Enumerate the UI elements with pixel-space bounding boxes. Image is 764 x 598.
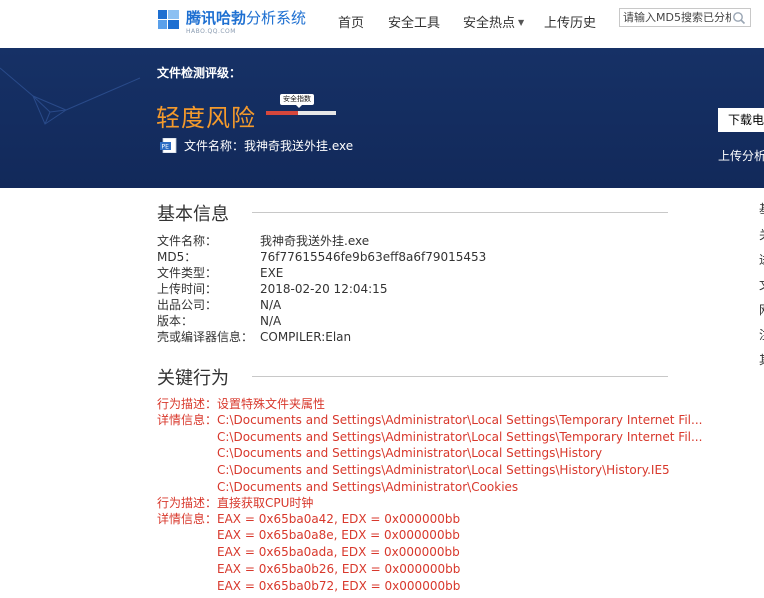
info-value: N/A	[260, 298, 282, 312]
svg-text:PE: PE	[162, 144, 170, 151]
info-value: 2018-02-20 12:04:15	[260, 282, 388, 296]
search-input[interactable]	[623, 10, 731, 25]
download-button[interactable]: 下载电	[718, 108, 764, 132]
risk-level: 轻度风险	[156, 104, 256, 132]
behavior-line: C:\Documents and Settings\Administrator\…	[217, 479, 518, 495]
file-name-value: 我神奇我送外挂.exe	[244, 139, 354, 153]
behavior-line: 详情信息：C:\Documents and Settings\Administr…	[157, 412, 702, 428]
info-value: N/A	[260, 314, 282, 328]
logo-title[interactable]: 腾讯哈勃分析系统	[186, 10, 306, 27]
side-nav-item[interactable]: 基	[759, 200, 764, 217]
file-name-label: 文件名称：	[184, 139, 245, 153]
info-row-md5: MD5： 76f77615546fe9b63eff8a6f79015453	[157, 249, 486, 265]
behavior-text: C:\Documents and Settings\Administrator\…	[217, 413, 703, 427]
nav-home[interactable]: 首页	[338, 12, 364, 31]
behavior-text: EAX = 0x65ba0b72, EDX = 0x000000bb	[217, 579, 461, 593]
side-nav-item[interactable]: 注	[759, 326, 764, 343]
behavior-line: C:\Documents and Settings\Administrator\…	[217, 429, 702, 445]
behavior-label: 行为描述：	[157, 496, 218, 510]
security-index-tag: 安全指数	[280, 94, 314, 108]
info-row-upload-time: 上传时间： 2018-02-20 12:04:15	[157, 281, 387, 297]
side-nav-item[interactable]: 其	[759, 351, 764, 368]
behavior-text: C:\Documents and Settings\Administrator\…	[217, 480, 519, 494]
top-header: 腾讯哈勃分析系统 HABO.QQ.COM 首页 安全工具 安全热点 ▼ 上传历史	[0, 0, 764, 48]
behavior-label: 详情信息：	[157, 413, 218, 427]
behavior-line: EAX = 0x65ba0a8e, EDX = 0x000000bb	[217, 527, 460, 543]
basic-info-divider	[252, 212, 668, 213]
info-key: MD5：	[157, 250, 197, 264]
nav-security-tools[interactable]: 安全工具	[388, 12, 440, 31]
behavior-line: EAX = 0x65ba0b26, EDX = 0x000000bb	[217, 561, 460, 577]
behavior-line: C:\Documents and Settings\Administrator\…	[217, 462, 670, 478]
behavior-line: 行为描述：直接获取CPU时钟	[157, 495, 313, 511]
result-banner: 文件检测评级： 轻度风险 安全指数 PE 文件名称：我神奇我送外挂.exe 下载…	[0, 48, 764, 188]
behavior-text: EAX = 0x65ba0a8e, EDX = 0x000000bb	[217, 528, 460, 542]
info-key: 文件名称：	[157, 234, 218, 248]
info-row-file-type: 文件类型： EXE	[157, 265, 283, 281]
detect-rating-label: 文件检测评级：	[157, 66, 242, 80]
search-box	[619, 8, 751, 27]
behavior-line: EAX = 0x65ba0b72, EDX = 0x000000bb	[217, 578, 460, 594]
info-value: EXE	[260, 266, 284, 280]
info-key: 出品公司：	[157, 298, 218, 312]
info-row-version: 版本： N/A	[157, 313, 281, 329]
behavior-text: 设置特殊文件夹属性	[217, 397, 326, 411]
logo-subtitle: HABO.QQ.COM	[186, 28, 236, 35]
info-row-publisher: 出品公司： N/A	[157, 297, 281, 313]
nav-security-hotspots[interactable]: 安全热点 ▼	[463, 12, 524, 31]
security-index-bar	[266, 111, 336, 115]
behavior-text: EAX = 0x65ba0ada, EDX = 0x000000bb	[217, 545, 460, 559]
basic-info-title: 基本信息	[157, 204, 229, 225]
info-key: 文件类型：	[157, 266, 218, 280]
behavior-line: 详情信息：EAX = 0x65ba0a42, EDX = 0x000000bb	[157, 511, 460, 527]
side-nav-item[interactable]: 文	[759, 276, 764, 293]
behavior-label: 详情信息：	[157, 512, 218, 526]
info-value: 76f77615546fe9b63eff8a6f79015453	[260, 250, 487, 264]
habo-logo-icon[interactable]	[158, 8, 180, 30]
side-nav-item[interactable]: 网	[759, 301, 764, 318]
behavior-text: EAX = 0x65ba0b26, EDX = 0x000000bb	[217, 562, 461, 576]
info-row-compiler: 壳或编译器信息： COMPILER:Elan	[157, 329, 351, 345]
behavior-label: 行为描述：	[157, 397, 218, 411]
behavior-line: 行为描述：设置特殊文件夹属性	[157, 396, 325, 412]
info-key: 上传时间：	[157, 282, 218, 296]
search-icon[interactable]	[732, 11, 746, 25]
pe-file-icon: PE	[160, 138, 177, 153]
behavior-text: C:\Documents and Settings\Administrator\…	[217, 430, 703, 444]
side-nav-item[interactable]: 关	[759, 226, 764, 243]
chevron-down-icon: ▼	[518, 18, 525, 27]
info-value: 我神奇我送外挂.exe	[260, 234, 370, 248]
info-key: 版本：	[157, 314, 194, 328]
behavior-line: EAX = 0x65ba0ada, EDX = 0x000000bb	[217, 544, 460, 560]
behavior-text: C:\Documents and Settings\Administrator\…	[217, 446, 603, 460]
key-behavior-title: 关键行为	[157, 368, 229, 389]
behavior-text: EAX = 0x65ba0a42, EDX = 0x000000bb	[217, 512, 461, 526]
behavior-text: 直接获取CPU时钟	[217, 496, 314, 510]
info-key: 壳或编译器信息：	[157, 330, 254, 344]
nav-upload-history[interactable]: 上传历史	[544, 12, 596, 31]
logo-title-bold: 腾讯哈勃	[186, 9, 247, 27]
info-value: COMPILER:Elan	[260, 330, 352, 344]
behavior-line: C:\Documents and Settings\Administrator\…	[217, 445, 602, 461]
logo-title-rest: 分析系统	[246, 9, 307, 27]
nav-security-hotspots-label: 安全热点	[463, 16, 516, 31]
upload-analysis-link[interactable]: 上传分析	[718, 147, 764, 164]
file-name-line: PE 文件名称：我神奇我送外挂.exe	[160, 137, 353, 154]
behavior-text: C:\Documents and Settings\Administrator\…	[217, 463, 670, 477]
info-row-file-name: 文件名称： 我神奇我送外挂.exe	[157, 233, 369, 249]
side-nav-item[interactable]: 进	[759, 251, 764, 268]
key-behavior-divider	[252, 376, 668, 377]
security-index-fill	[266, 111, 298, 115]
